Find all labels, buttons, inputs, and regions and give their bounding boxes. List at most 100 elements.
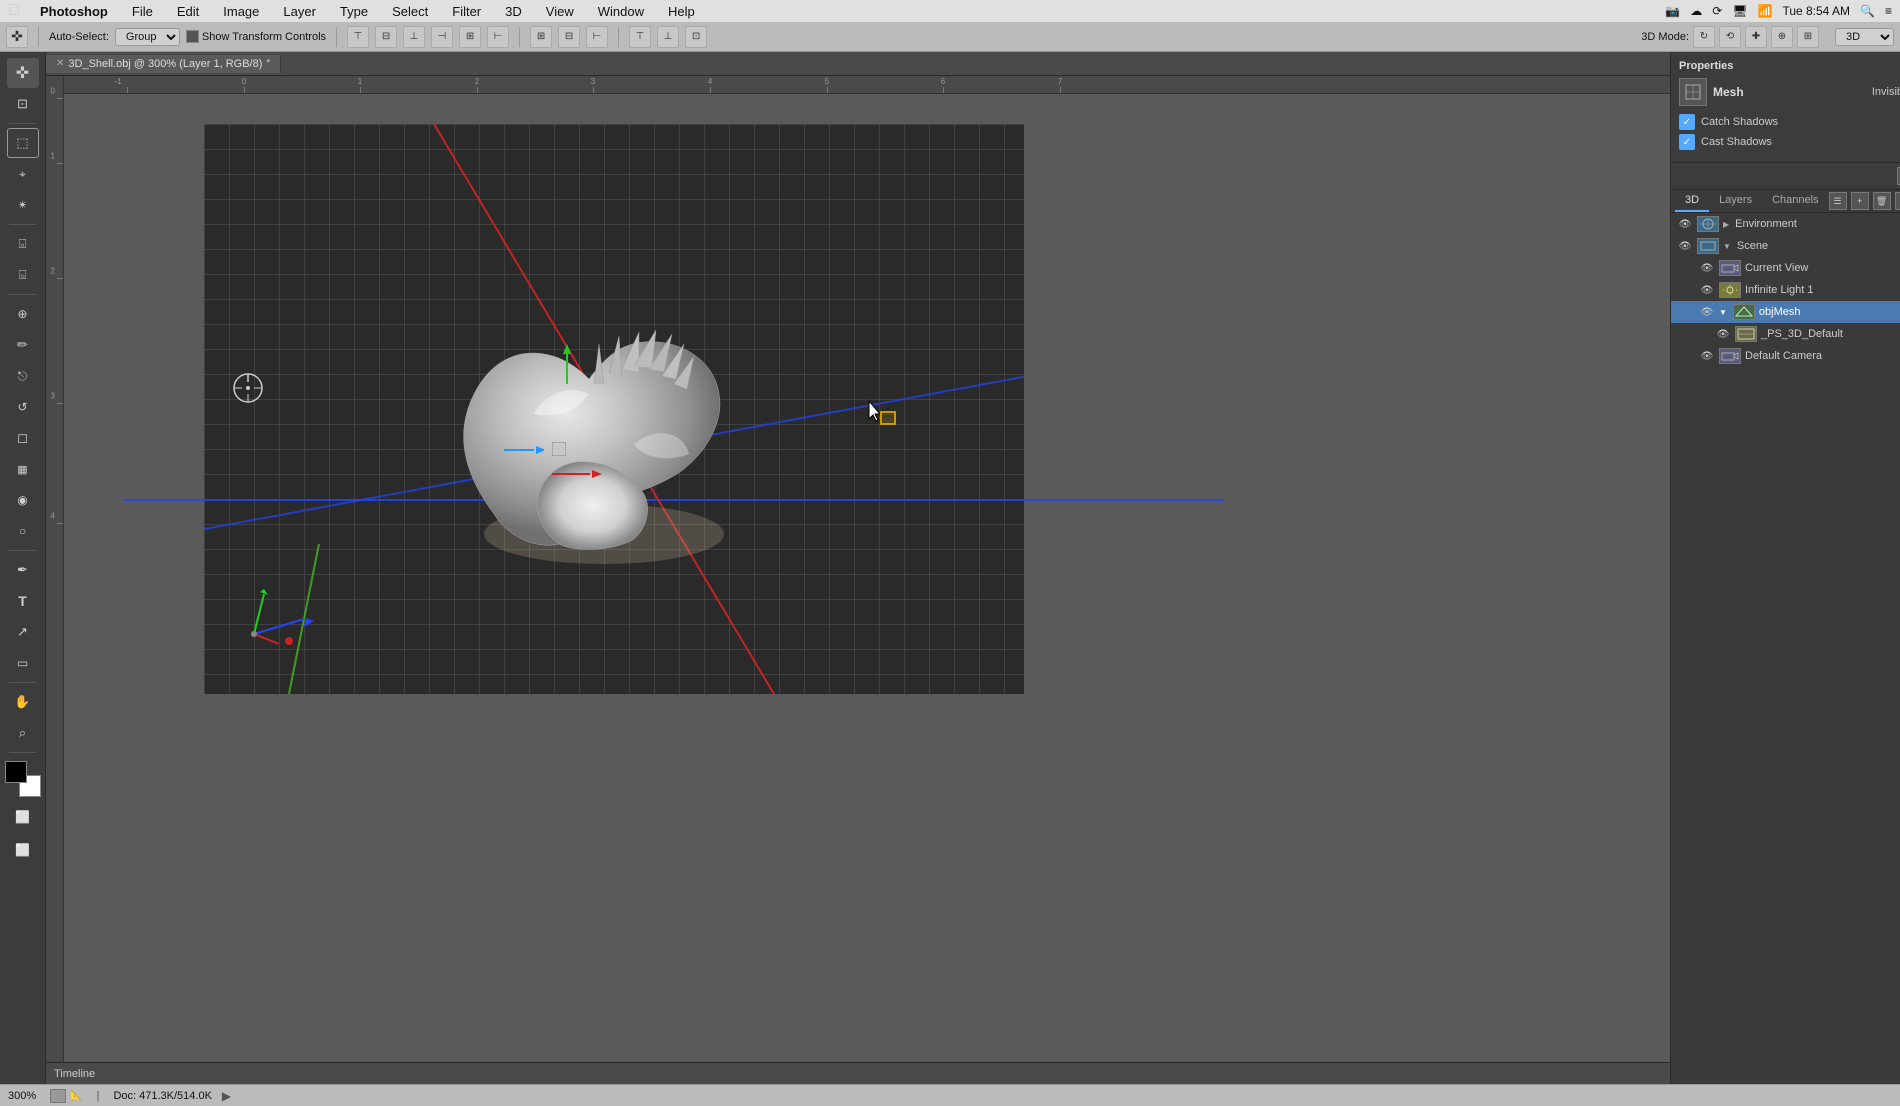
menu-select[interactable]: Select [388, 4, 432, 19]
tab-action-merge[interactable]: ⊞ [1895, 192, 1900, 210]
layer-item-environment[interactable]: 👁 ▶ Environment [1671, 213, 1900, 235]
transform-checkbox[interactable] [186, 30, 199, 43]
distribute-v1-icon[interactable]: ⊤ [629, 26, 651, 48]
distribute-left-icon[interactable]: ⊞ [530, 26, 552, 48]
show-transform-check[interactable]: Show Transform Controls [186, 30, 326, 43]
3d-roll-icon[interactable]: ⟲ [1719, 26, 1741, 48]
menu-image[interactable]: Image [219, 4, 263, 19]
3d-slide-icon[interactable]: ⊕ [1771, 26, 1793, 48]
eye-default-camera[interactable]: 👁 [1699, 348, 1715, 364]
tool-zoom[interactable]: ⌕ [7, 718, 39, 748]
auto-select-dropdown[interactable]: Group Layer [115, 28, 180, 46]
distribute-center-icon[interactable]: ⊟ [558, 26, 580, 48]
light-compass[interactable] [232, 372, 264, 404]
transform-x-arrow[interactable] [504, 442, 544, 458]
canvas-viewport[interactable] [64, 94, 1670, 1084]
zoom-level[interactable]: 300% [8, 1090, 36, 1102]
menu-help[interactable]: Help [664, 4, 699, 19]
eye-environment[interactable]: 👁 [1677, 216, 1693, 232]
menu-layer[interactable]: Layer [279, 4, 320, 19]
foreground-color-swatch[interactable] [5, 761, 27, 783]
tool-shape[interactable]: ▭ [7, 648, 39, 678]
tool-hand[interactable]: ✋ [7, 687, 39, 717]
tool-screen-mode[interactable]: ⬜ [7, 835, 39, 865]
tool-brush[interactable]: ✏ [7, 330, 39, 360]
eye-objmesh[interactable]: 👁 [1699, 304, 1715, 320]
distribute-right-icon[interactable]: ⊢ [586, 26, 608, 48]
extra-icon[interactable]: ⊡ [685, 26, 707, 48]
menu-photoshop[interactable]: Photoshop [36, 4, 112, 19]
3d-pan-icon[interactable]: ✚ [1745, 26, 1767, 48]
align-left-icon[interactable]: ⊣ [431, 26, 453, 48]
tool-eyedropper[interactable]: ⌺ [7, 260, 39, 290]
distribute-v2-icon[interactable]: ⊥ [657, 26, 679, 48]
3d-view-dropdown[interactable]: 3D [1835, 28, 1894, 46]
tab-action-list[interactable]: ☰ [1829, 192, 1847, 210]
doc-tab-close[interactable]: ✕ [56, 58, 64, 69]
transform-y-arrow[interactable] [559, 344, 575, 384]
eye-ps3ddefault[interactable]: 👁 [1715, 326, 1731, 342]
tab-action-new[interactable]: + [1851, 192, 1869, 210]
menu-3d[interactable]: 3D [501, 4, 526, 19]
layer-item-current-view[interactable]: 👁 Current View [1671, 257, 1900, 279]
align-hcenter-icon[interactable]: ⊞ [459, 26, 481, 48]
properties-action-1[interactable]: ⊞ [1897, 167, 1900, 185]
status-arrow[interactable]: ▶ [222, 1089, 231, 1103]
tool-marquee[interactable]: ⬚ [7, 128, 39, 158]
tool-lasso[interactable]: ⌖ [7, 159, 39, 189]
tool-eraser[interactable]: ◻ [7, 423, 39, 453]
3d-scale-icon[interactable]: ⊞ [1797, 26, 1819, 48]
menu-filter[interactable]: Filter [448, 4, 485, 19]
layer-item-ps3ddefault[interactable]: 👁 _PS_3D_Default [1671, 323, 1900, 345]
layer-item-scene[interactable]: 👁 ▼ Scene [1671, 235, 1900, 257]
tool-gradient[interactable]: ▦ [7, 454, 39, 484]
eye-scene[interactable]: 👁 [1677, 238, 1693, 254]
tab-layers[interactable]: Layers [1709, 190, 1762, 212]
cast-shadows-checkbox[interactable]: ✓ [1679, 134, 1695, 150]
3d-rotate-icon[interactable]: ↻ [1693, 26, 1715, 48]
menu-control-icon[interactable]: ≡ [1885, 4, 1892, 18]
tool-pen[interactable]: ✒ [7, 555, 39, 585]
tool-path-select[interactable]: ↗ [7, 617, 39, 647]
tab-action-trash[interactable]: 🗑 [1873, 192, 1891, 210]
transform-z-arrow[interactable] [552, 464, 602, 484]
menu-edit[interactable]: Edit [173, 4, 203, 19]
tool-quick-mask[interactable]: ⬜ [7, 802, 39, 832]
move-tool-icon[interactable]: ✜ [6, 26, 28, 48]
align-bottom-icon[interactable]: ⊥ [403, 26, 425, 48]
tool-artboard[interactable]: ⊡ [7, 89, 39, 119]
eye-infinite-light[interactable]: 👁 [1699, 282, 1715, 298]
canvas-document[interactable] [204, 124, 1024, 694]
layer-item-objmesh[interactable]: 👁 ▼ objMesh [1671, 301, 1900, 323]
document-tab[interactable]: ✕ 3D_Shell.obj @ 300% (Layer 1, RGB/8) * [46, 55, 281, 73]
transform-center-cube[interactable] [552, 442, 566, 456]
eye-current-view[interactable]: 👁 [1699, 260, 1715, 276]
tool-move[interactable]: ✜ [7, 58, 39, 88]
catch-shadows-checkbox[interactable]: ✓ [1679, 114, 1695, 130]
tool-crop[interactable]: ⌻ [7, 229, 39, 259]
menu-type[interactable]: Type [336, 4, 372, 19]
menu-view[interactable]: View [542, 4, 578, 19]
color-swatches[interactable] [5, 761, 41, 797]
tab-channels[interactable]: Channels [1762, 190, 1828, 212]
tool-magic-wand[interactable]: ✴ [7, 190, 39, 220]
tool-history[interactable]: ↺ [7, 392, 39, 422]
3d-view-select-wrapper[interactable]: 3D [1835, 28, 1894, 46]
canvas-area[interactable]: -1 0 1 2 3 4 5 6 7 0 1 2 [46, 76, 1670, 1084]
menu-file[interactable]: File [128, 4, 157, 19]
layer-item-default-camera[interactable]: 👁 Default Camera [1671, 345, 1900, 367]
tool-blur[interactable]: ◉ [7, 485, 39, 515]
align-right-icon[interactable]: ⊢ [487, 26, 509, 48]
layer-item-infinite-light[interactable]: 👁 Infinite Light 1 [1671, 279, 1900, 301]
menu-search-icon[interactable]: 🔍 [1860, 4, 1875, 18]
align-top-icon[interactable]: ⊤ [347, 26, 369, 48]
status-bar: 300% 📐 | Doc: 471.3K/514.0K ▶ [0, 1084, 1900, 1106]
menu-window[interactable]: Window [594, 4, 648, 19]
align-vcenter-icon[interactable]: ⊟ [375, 26, 397, 48]
tool-healing[interactable]: ⊕ [7, 299, 39, 329]
tool-text[interactable]: T [7, 586, 39, 616]
tool-clone[interactable]: ⎋ [7, 361, 39, 391]
apple-menu[interactable]:  [8, 2, 20, 20]
tab-3d[interactable]: 3D [1675, 190, 1709, 212]
tool-dodge[interactable]: ○ [7, 516, 39, 546]
